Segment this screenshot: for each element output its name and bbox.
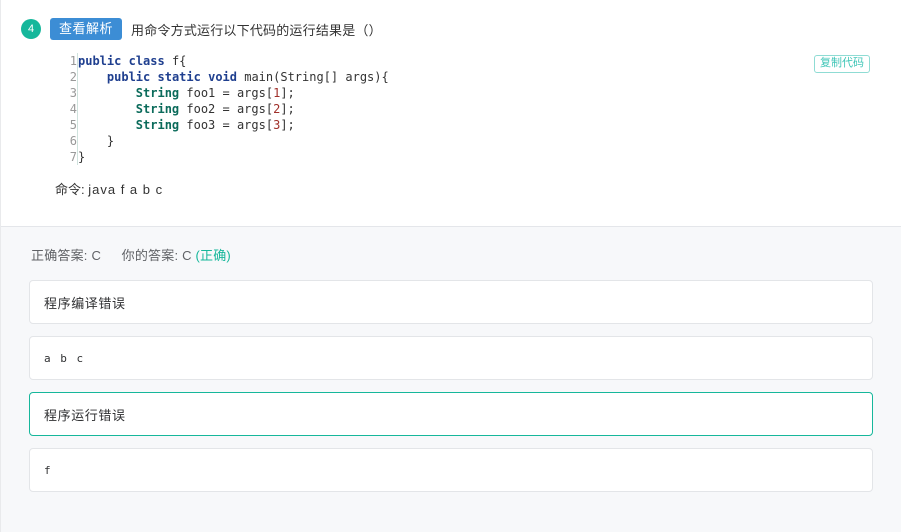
option-label: 程序编译错误 [44, 295, 126, 311]
option-item[interactable]: 程序编译错误 [29, 280, 873, 324]
code-line-number: 3 [55, 85, 78, 101]
code-line: 3 String foo1 = args[1]; [55, 85, 389, 101]
code-table-body: 1 public class f{2 public static void mai… [55, 53, 389, 165]
code-token: ]; [280, 86, 295, 100]
code-line: 5 String foo3 = args[3]; [55, 117, 389, 133]
code-token: class [128, 54, 165, 68]
code-line: 7} [55, 149, 389, 165]
code-line: 1 public class f{ [55, 53, 389, 69]
code-token: String [135, 102, 180, 116]
question-number-badge: 4 [21, 19, 41, 39]
code-line-number: 7 [55, 149, 78, 165]
code-line-content: } [78, 133, 389, 149]
option-list: 程序编译错误 a b c 程序运行错误 f [29, 280, 873, 492]
question-header: 4 查看解析 用命令方式运行以下代码的运行结果是（） [21, 16, 881, 42]
code-line-number: 2 [55, 69, 78, 85]
question-section: 4 查看解析 用命令方式运行以下代码的运行结果是（） 复制代码 1 public … [1, 0, 901, 227]
correct-answer-label: 正确答案: [31, 248, 88, 263]
code-block: 复制代码 1 public class f{2 public static voi… [55, 53, 881, 165]
answer-section: 正确答案: C 你的答案: C (正确) 程序编译错误 a b c 程序运行错误 f [1, 227, 901, 492]
question-text: 用命令方式运行以下代码的运行结果是（） [131, 22, 382, 38]
code-token: } [78, 150, 86, 164]
code-token: public [106, 70, 151, 84]
code-token: static [157, 70, 201, 84]
code-token: foo2 = args[ [179, 102, 274, 116]
code-line-content: public class f{ [78, 53, 389, 69]
copy-code-button[interactable]: 复制代码 [814, 55, 870, 73]
code-token: void [208, 70, 237, 84]
your-answer-value: C [182, 248, 192, 263]
option-label: f [44, 463, 53, 477]
code-token: f{ [164, 54, 187, 68]
code-token: public [78, 54, 122, 68]
option-item[interactable]: f [29, 448, 873, 492]
code-token: foo3 = args[ [179, 118, 274, 132]
code-line-number: 6 [55, 133, 78, 149]
code-token: ]; [280, 118, 295, 132]
your-answer-label: 你的答案: [121, 248, 179, 263]
option-label: 程序运行错误 [44, 407, 126, 423]
code-line: 4 String foo2 = args[2]; [55, 101, 389, 117]
code-table: 1 public class f{2 public static void mai… [55, 53, 389, 165]
view-analysis-button[interactable]: 查看解析 [50, 18, 123, 40]
code-line-number: 4 [55, 101, 78, 117]
option-label: a b c [44, 351, 85, 365]
code-line-number: 1 [55, 53, 78, 69]
correct-answer-value: C [91, 248, 102, 263]
code-line-content: String foo1 = args[1]; [78, 85, 389, 101]
code-token: ]; [280, 102, 295, 116]
command-line: 命令: java f a b c [55, 179, 881, 198]
code-token: String [135, 118, 180, 132]
code-line-content: } [78, 149, 389, 165]
quiz-page: 4 查看解析 用命令方式运行以下代码的运行结果是（） 复制代码 1 public … [0, 0, 901, 532]
answer-summary: 正确答案: C 你的答案: C (正确) [31, 245, 873, 264]
result-flag: (正确) [195, 248, 231, 263]
code-token: main(String[] args){ [237, 70, 389, 84]
code-line: 6 } [55, 133, 389, 149]
code-token: } [78, 134, 115, 148]
option-item-selected[interactable]: 程序运行错误 [29, 392, 873, 436]
code-line-content: String foo3 = args[3]; [78, 117, 389, 133]
command-label: 命令: [55, 182, 85, 197]
code-line: 2 public static void main(String[] args)… [55, 69, 389, 85]
command-value: java f a b c [88, 182, 164, 197]
code-line-content: public static void main(String[] args){ [78, 69, 389, 85]
code-line-number: 5 [55, 117, 78, 133]
code-line-content: String foo2 = args[2]; [78, 101, 389, 117]
code-token: String [135, 86, 180, 100]
code-token: foo1 = args[ [179, 86, 274, 100]
option-item[interactable]: a b c [29, 336, 873, 380]
